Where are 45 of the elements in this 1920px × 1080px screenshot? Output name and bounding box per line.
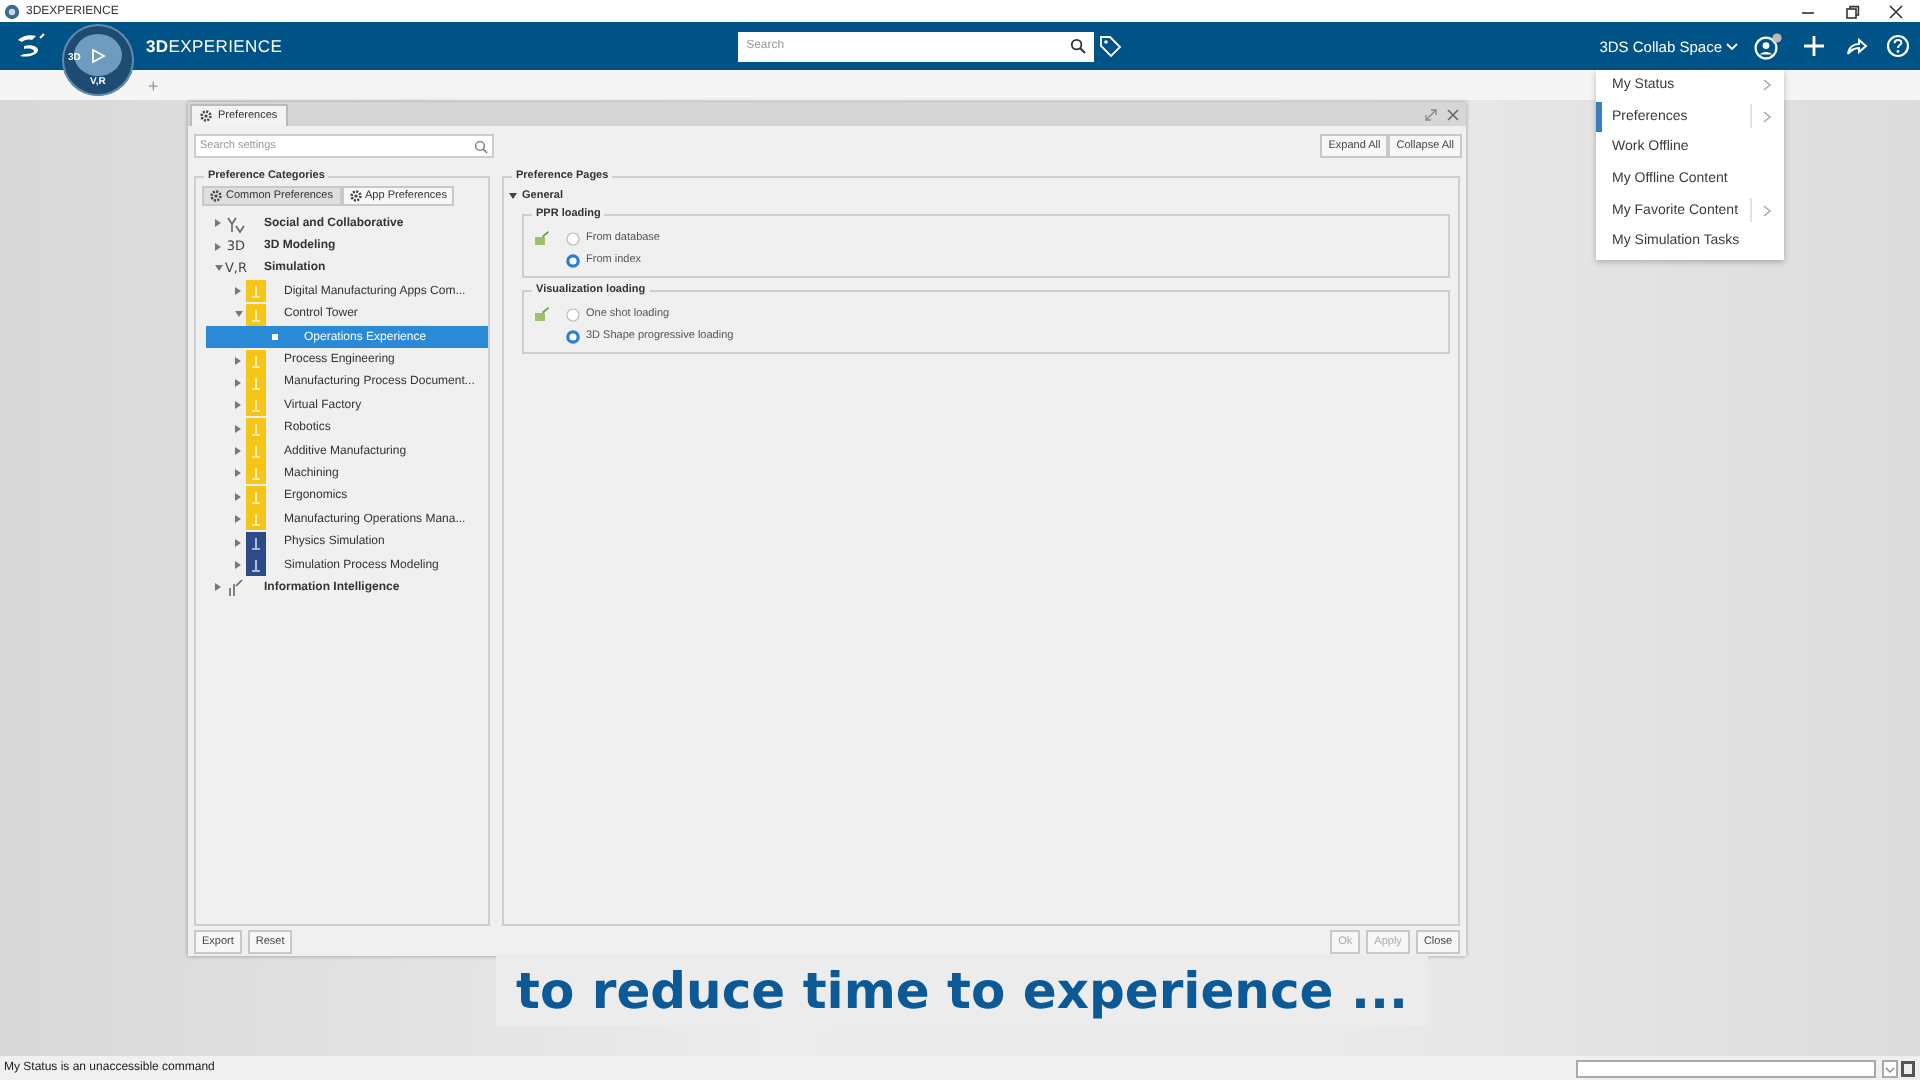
share-icon[interactable] xyxy=(1844,34,1868,58)
radio-button[interactable] xyxy=(566,231,580,245)
collapsed-arrow-icon[interactable] xyxy=(234,446,242,457)
user-avatar-icon[interactable] xyxy=(1752,32,1784,60)
expand-icon[interactable] xyxy=(1424,107,1438,121)
search-icon xyxy=(1070,38,1087,54)
tag-icon[interactable] xyxy=(1098,34,1123,58)
close-icon[interactable] xyxy=(1888,3,1904,19)
collapsed-arrow-icon[interactable] xyxy=(214,241,222,252)
plus-icon[interactable] xyxy=(1802,34,1826,58)
collapsed-arrow-icon[interactable] xyxy=(234,286,242,297)
collapsed-arrow-icon[interactable] xyxy=(214,582,222,593)
collapsed-arrow-icon[interactable] xyxy=(234,377,242,388)
bullet-icon xyxy=(272,333,280,342)
search-icon xyxy=(474,139,488,153)
caption-overlay: to reduce time to experience ... xyxy=(496,954,1428,1026)
expanded-arrow-icon[interactable] xyxy=(234,310,244,319)
command-icon[interactable] xyxy=(1900,1059,1916,1077)
restore-icon[interactable] xyxy=(1844,3,1860,19)
collapsed-arrow-icon[interactable] xyxy=(234,400,242,411)
gear-icon xyxy=(349,190,361,202)
expanded-arrow-icon[interactable] xyxy=(214,264,224,273)
brand-title: 3DEXPERIENCE xyxy=(146,36,283,56)
radio-button[interactable] xyxy=(566,329,580,343)
radio-button[interactable] xyxy=(566,307,580,321)
collapsed-arrow-icon[interactable] xyxy=(234,514,242,525)
collapsed-arrow-icon[interactable] xyxy=(214,218,222,229)
collapsed-arrow-icon[interactable] xyxy=(234,423,242,434)
radio-button[interactable] xyxy=(566,253,580,267)
collapsed-arrow-icon[interactable] xyxy=(234,468,242,479)
caret-icon xyxy=(1726,41,1738,51)
gear-icon xyxy=(210,190,222,202)
app-icon xyxy=(4,3,20,19)
dropdown-icon[interactable] xyxy=(1882,1059,1898,1077)
collapsed-arrow-icon[interactable] xyxy=(234,491,242,502)
collapsed-arrow-icon[interactable] xyxy=(234,537,242,548)
help-icon[interactable] xyxy=(1886,34,1910,58)
expanded-arrow-icon xyxy=(508,192,518,200)
play-icon[interactable] xyxy=(90,48,106,64)
info-chart-icon xyxy=(226,577,246,598)
brand-logo-icon xyxy=(14,32,46,60)
collapsed-arrow-icon[interactable] xyxy=(234,560,242,571)
command-input-field[interactable] xyxy=(1576,1059,1876,1077)
collapsed-arrow-icon[interactable] xyxy=(234,355,242,366)
gear-icon xyxy=(200,110,212,122)
